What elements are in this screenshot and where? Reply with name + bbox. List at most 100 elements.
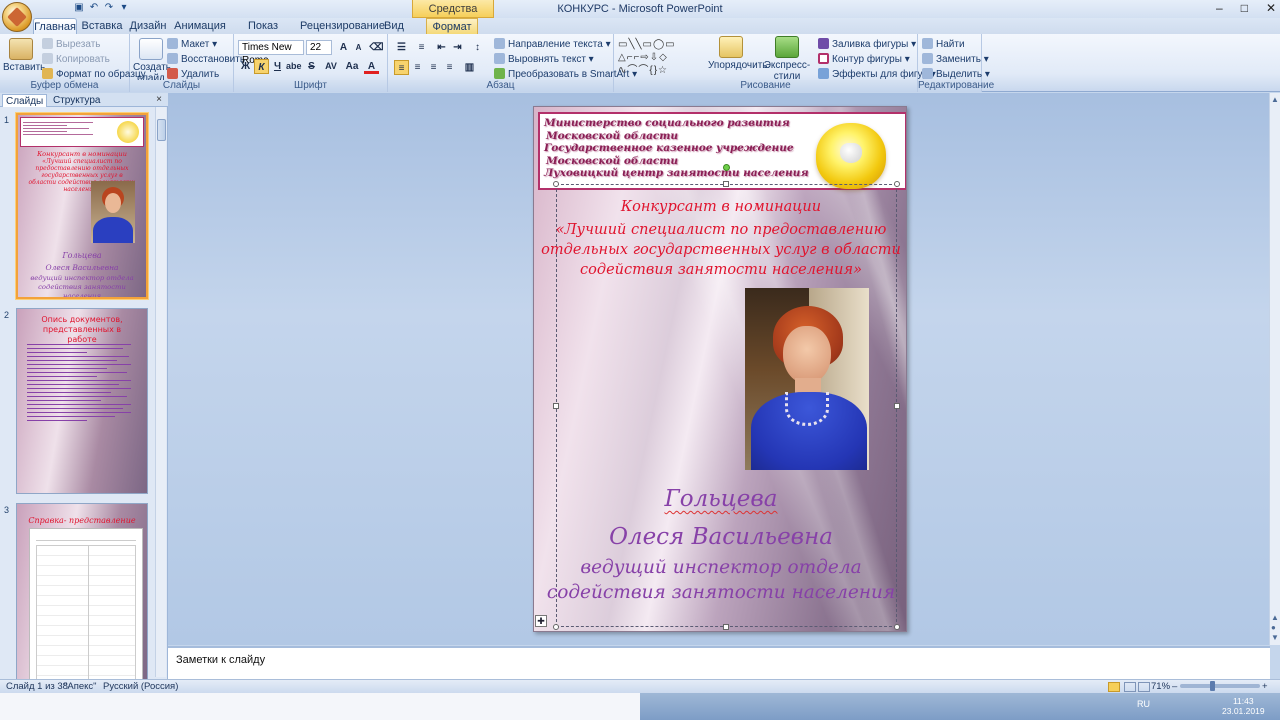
resize-handle-bl[interactable]: [553, 624, 559, 630]
language-indicator[interactable]: Русский (Россия): [103, 681, 178, 693]
font-size-combo[interactable]: 22: [306, 40, 332, 55]
keyboard-language[interactable]: RU: [1137, 699, 1150, 709]
tab-slideshow[interactable]: Показ слайдов: [232, 18, 294, 48]
shadow-button[interactable]: abe: [286, 59, 302, 74]
replace-button[interactable]: Заменить ▾: [922, 53, 989, 66]
tab-animation[interactable]: Анимация: [172, 18, 228, 34]
resize-handle-r[interactable]: [894, 403, 900, 409]
align-right-icon[interactable]: ≡: [426, 60, 441, 75]
rotation-handle[interactable]: [723, 164, 730, 171]
tab-format[interactable]: Формат: [426, 18, 478, 34]
align-text-icon: [494, 53, 505, 64]
thumb-surname: Гольцева: [62, 251, 102, 260]
select-object-icon[interactable]: ●: [1271, 623, 1276, 632]
numbering-icon[interactable]: ≡: [414, 40, 429, 55]
pane-close-icon[interactable]: ×: [156, 94, 162, 105]
redo-icon[interactable]: ↷: [103, 2, 115, 14]
sorter-view-icon[interactable]: [1124, 682, 1136, 692]
new-slide-button[interactable]: Создать слайд: [133, 38, 171, 84]
quick-styles-button[interactable]: Экспресс-стили: [758, 36, 816, 82]
resize-handle-t[interactable]: [723, 181, 729, 187]
layout-button[interactable]: Макет ▾: [167, 38, 217, 51]
tab-insert[interactable]: Вставка: [80, 18, 124, 34]
find-button[interactable]: Найти: [922, 38, 965, 51]
pane-scroll-thumb[interactable]: [157, 119, 166, 141]
tab-outline-pane[interactable]: Структура: [50, 94, 103, 107]
close-button[interactable]: ✕: [1266, 1, 1276, 15]
zoom-slider-thumb[interactable]: [1210, 681, 1215, 691]
shape-fill-button[interactable]: Заливка фигуры ▾: [818, 38, 916, 51]
resize-handle-tr[interactable]: [894, 181, 900, 187]
zoom-in-button[interactable]: +: [1262, 681, 1268, 693]
tab-design[interactable]: Дизайн: [128, 18, 168, 34]
slide-thumbnail-3[interactable]: Справка- представление: [16, 503, 148, 679]
maximize-button[interactable]: □: [1241, 1, 1248, 15]
bullets-icon[interactable]: ☰: [394, 40, 409, 55]
resize-handle-l[interactable]: [553, 403, 559, 409]
scroll-up-icon[interactable]: ▲: [1271, 95, 1279, 104]
paste-button[interactable]: Вставить: [3, 38, 45, 73]
text-direction-button[interactable]: Направление текста ▾: [494, 38, 611, 51]
copy-button[interactable]: Копировать: [42, 53, 110, 66]
pane-scrollbar[interactable]: [155, 107, 166, 677]
thumb-document-page: [29, 528, 143, 679]
tab-review[interactable]: Рецензирование: [300, 18, 385, 34]
resize-handle-b[interactable]: [723, 624, 729, 630]
align-text-button[interactable]: Выровнять текст ▾: [494, 53, 594, 66]
next-slide-icon[interactable]: ▼: [1271, 633, 1279, 642]
change-case-button[interactable]: Aa: [342, 59, 362, 74]
shapes-gallery[interactable]: ▭╲╲▭◯▭ △⌐⌐⇨⇩◇ ∿⌒⌒{}☆: [618, 38, 702, 78]
cut-button[interactable]: Вырезать: [42, 38, 100, 51]
qat-dropdown-icon[interactable]: ▾: [118, 2, 130, 14]
ribbon-tabs: Главная Вставка Дизайн Анимация Показ сл…: [0, 18, 1280, 48]
italic-button[interactable]: К: [254, 59, 269, 74]
resize-handle-br[interactable]: [894, 624, 900, 630]
slide-thumbnail-1[interactable]: Конкурсант в номинации «Лучший специалис…: [16, 113, 148, 299]
arrange-button[interactable]: Упорядочить: [708, 36, 768, 71]
shape-outline-button[interactable]: Контур фигуры ▾: [818, 53, 910, 66]
layout-options-icon[interactable]: ✚: [535, 615, 547, 627]
justify-icon[interactable]: ≡: [442, 60, 457, 75]
font-color-button[interactable]: A: [364, 59, 379, 74]
notes-placeholder: Заметки к слайду: [176, 654, 266, 666]
underline-button[interactable]: Ч: [270, 59, 285, 74]
slide-thumbnail-2[interactable]: Опись документов, представленных в работ…: [16, 308, 148, 494]
slide-counter: Слайд 1 из 38: [6, 681, 68, 692]
resize-handle-tl[interactable]: [553, 181, 559, 187]
group-clipboard: Вставить Вырезать Копировать Формат по о…: [0, 34, 146, 92]
decrease-indent-icon[interactable]: ⇤: [434, 40, 449, 55]
line-spacing-icon[interactable]: ↕: [470, 40, 485, 55]
zoom-out-button[interactable]: –: [1172, 681, 1177, 693]
char-spacing-button[interactable]: AV: [320, 59, 342, 74]
save-icon[interactable]: ▣: [73, 2, 85, 14]
notes-pane[interactable]: Заметки к слайду: [168, 646, 1270, 679]
zoom-level[interactable]: 71%: [1151, 681, 1170, 693]
shrink-font-button[interactable]: A: [351, 40, 366, 55]
zoom-slider[interactable]: [1180, 681, 1260, 691]
bold-button[interactable]: Ж: [238, 59, 253, 74]
font-name-combo[interactable]: Times New Roma: [238, 40, 304, 66]
prev-slide-icon[interactable]: ▲: [1271, 613, 1279, 622]
tab-slides-pane[interactable]: Слайды: [2, 94, 48, 107]
clear-format-icon[interactable]: ⌫: [369, 40, 384, 55]
align-left-icon[interactable]: ≡: [394, 60, 409, 75]
slideshow-view-icon[interactable]: [1138, 682, 1150, 692]
header-box[interactable]: Министерство социального развития Москов…: [538, 112, 906, 190]
office-button[interactable]: [2, 2, 32, 32]
columns-icon[interactable]: ▥: [462, 60, 477, 75]
normal-view-icon[interactable]: [1108, 682, 1120, 692]
grow-font-button[interactable]: A: [336, 40, 351, 55]
portrait-photo[interactable]: [745, 288, 869, 470]
tab-view[interactable]: Вид: [381, 18, 407, 34]
slide[interactable]: Министерство социального развития Москов…: [533, 106, 907, 632]
canvas-scrollbar[interactable]: ▲ ▲ ● ▼: [1269, 93, 1280, 645]
tab-home[interactable]: Главная: [33, 18, 77, 34]
replace-icon: [922, 53, 933, 64]
theme-name[interactable]: "Апекс": [64, 681, 97, 693]
undo-icon[interactable]: ↶: [88, 2, 100, 14]
system-clock[interactable]: 11:43 23.01.2019: [1222, 696, 1265, 716]
strikethrough-button[interactable]: S: [304, 59, 319, 74]
minimize-button[interactable]: –: [1216, 1, 1223, 15]
increase-indent-icon[interactable]: ⇥: [450, 40, 465, 55]
align-center-icon[interactable]: ≡: [410, 60, 425, 75]
